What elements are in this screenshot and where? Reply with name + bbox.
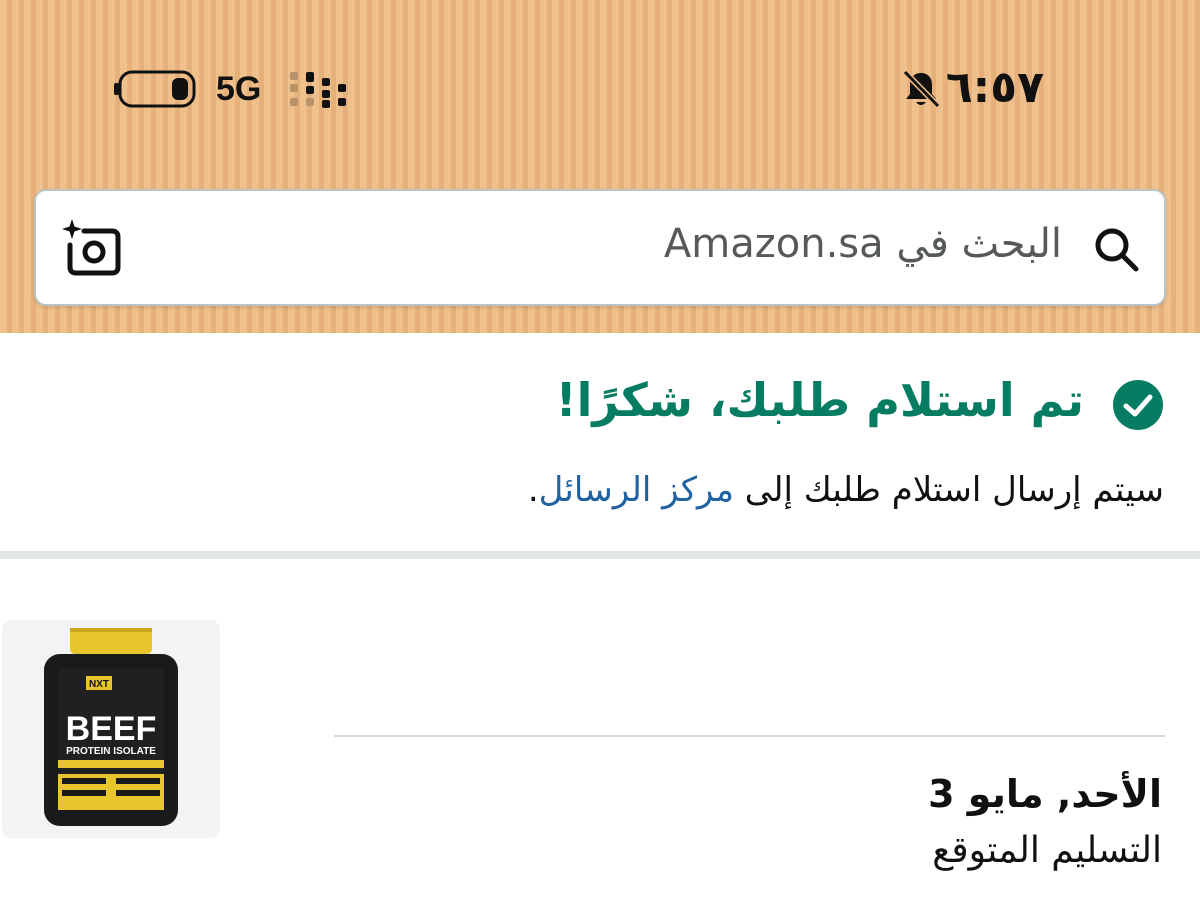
check-circle-icon bbox=[1113, 380, 1163, 430]
product-brand-text: NXT bbox=[89, 679, 109, 690]
search-input[interactable]: البحث في Amazon.sa bbox=[664, 221, 1062, 267]
confirmation-message-suffix: . bbox=[527, 470, 539, 510]
search-icon[interactable] bbox=[1090, 223, 1142, 275]
confirmation-title: تم استلام طلبك، شكرًا! bbox=[555, 373, 1084, 427]
message-center-link[interactable]: مركز الرسائل bbox=[539, 470, 734, 510]
confirmation-message-text: سيتم إرسال استلام طلبك إلى bbox=[734, 470, 1164, 510]
battery-icon bbox=[114, 70, 196, 108]
network-type-label: 5G bbox=[216, 70, 262, 108]
bell-off-icon bbox=[902, 69, 941, 109]
status-time: ٦:٥٧ bbox=[945, 62, 1044, 113]
app-header: ٦:٥٧ 5G البحث في Amazon.sa bbox=[0, 0, 1200, 333]
product-image: NXT BEEF PROTEIN ISOLATE bbox=[44, 628, 178, 826]
confirmation-message: سيتم إرسال استلام طلبك إلى مركز الرسائل. bbox=[528, 470, 1164, 510]
order-confirmation: تم استلام طلبك، شكرًا! bbox=[34, 373, 1164, 443]
delivery-date: الأحد, مايو 3 bbox=[928, 772, 1162, 816]
product-divider bbox=[334, 735, 1165, 737]
camera-search-icon[interactable] bbox=[62, 217, 126, 279]
delivery-label: التسليم المتوقع bbox=[932, 830, 1162, 871]
signal-icon bbox=[290, 72, 346, 108]
product-thumbnail[interactable]: NXT BEEF PROTEIN ISOLATE bbox=[2, 620, 220, 838]
product-subname-text: PROTEIN ISOLATE bbox=[66, 746, 156, 757]
search-bar[interactable]: البحث في Amazon.sa bbox=[34, 189, 1166, 306]
product-name-text: BEEF bbox=[66, 710, 157, 748]
section-divider bbox=[0, 551, 1200, 559]
